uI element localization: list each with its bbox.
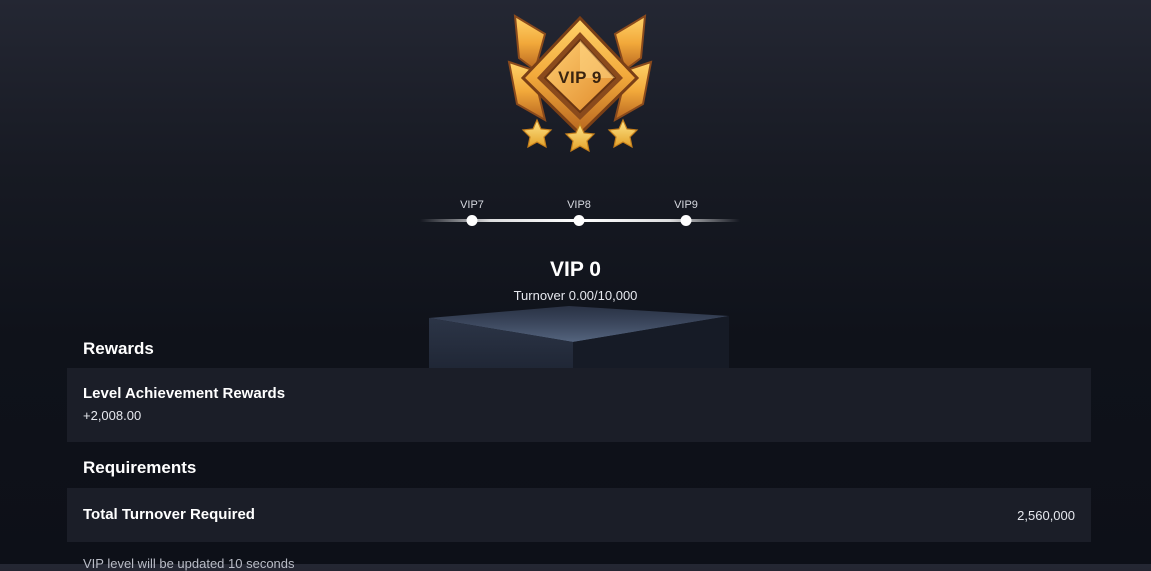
total-turnover-required-value: 2,560,000 [1017, 508, 1075, 523]
total-turnover-required-card: Total Turnover Required 2,560,000 [67, 488, 1091, 542]
timeline-dot-vip8[interactable] [573, 215, 585, 226]
rewards-section-title: Rewards [83, 339, 154, 358]
level-achievement-rewards-card: Level Achievement Rewards +2,008.00 [67, 368, 1091, 442]
total-turnover-required-title: Total Turnover Required [83, 506, 255, 523]
requirements-section-title: Requirements [83, 458, 197, 477]
timeline-dot-vip7[interactable] [466, 215, 478, 226]
vip-badge-label: VIP 9 [558, 68, 602, 87]
timeline-label-vip8: VIP8 [567, 199, 591, 211]
current-vip-level: VIP 0 [550, 258, 601, 281]
vip-level-timeline: VIP7 VIP8 VIP9 [420, 195, 740, 235]
timeline-label-vip9: VIP9 [674, 199, 698, 211]
timeline-dot-vip9[interactable] [680, 215, 692, 226]
timeline-label-vip7: VIP7 [460, 199, 484, 211]
level-achievement-rewards-value: +2,008.00 [83, 408, 142, 423]
turnover-progress: Turnover 0.00/10,000 [513, 288, 638, 303]
level-achievement-rewards-title: Level Achievement Rewards [83, 385, 286, 402]
vip-badge: VIP 9 [505, 10, 655, 162]
pedestal-graphic [429, 306, 729, 368]
